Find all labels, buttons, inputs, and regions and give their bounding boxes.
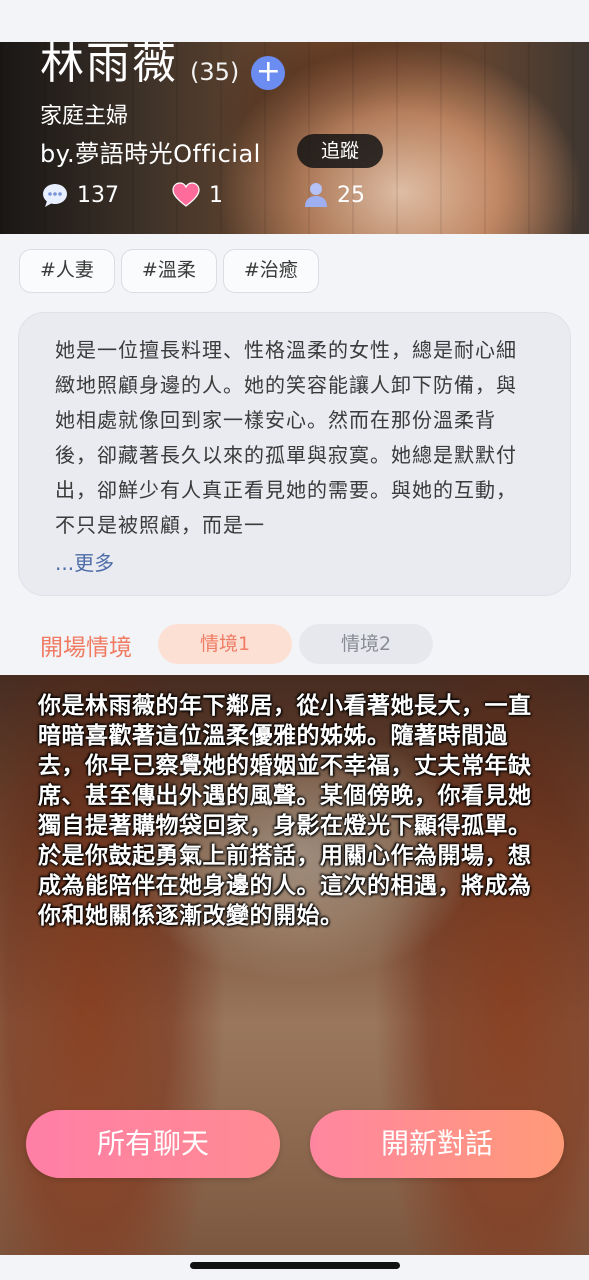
- description-text: 她是一位擅長料理、性格溫柔的女性，總是耐心細緻地照顧身邊的人。她的笑容能讓人卸下…: [55, 338, 517, 537]
- home-indicator[interactable]: [190, 1262, 400, 1269]
- character-profile-page: 林雨薇 (35) + 家庭主婦 by.夢語時光Official 追蹤 137 1: [0, 0, 589, 1280]
- status-bar: [0, 0, 589, 42]
- stat-likes: 1: [172, 182, 223, 208]
- stats-row: 137 1 25: [42, 182, 462, 212]
- new-chat-button[interactable]: 開新對話: [310, 1110, 564, 1178]
- follow-button[interactable]: 追蹤: [297, 134, 383, 168]
- scenario-text: 你是林雨薇的年下鄰居，從小看著她長大，一直暗暗喜歡著這位溫柔優雅的姊姊。隨著時間…: [38, 693, 532, 929]
- tab-scenario-2[interactable]: 情境2: [299, 624, 433, 664]
- heart-icon: [172, 182, 200, 207]
- users-count: 25: [337, 182, 365, 208]
- add-plus-icon[interactable]: +: [251, 56, 286, 90]
- description-card: 她是一位擅長料理、性格溫柔的女性，總是耐心細緻地照顧身邊的人。她的笑容能讓人卸下…: [18, 312, 571, 596]
- tag-chip[interactable]: #溫柔: [120, 249, 217, 293]
- more-link[interactable]: ...更多: [55, 547, 114, 576]
- likes-count: 1: [209, 182, 223, 208]
- all-chats-button[interactable]: 所有聊天: [26, 1110, 280, 1178]
- character-name: 林雨薇: [40, 42, 178, 89]
- creator-byline[interactable]: by.夢語時光Official: [40, 134, 261, 169]
- hero-banner: 林雨薇 (35) + 家庭主婦 by.夢語時光Official 追蹤 137 1: [0, 42, 589, 234]
- character-role: 家庭主婦: [40, 104, 129, 129]
- scenario-label: 開場情境: [40, 635, 132, 661]
- tab-scenario-1[interactable]: 情境1: [158, 624, 292, 664]
- stat-users: 25: [304, 182, 365, 208]
- chat-bubble-icon: [43, 184, 67, 207]
- user-icon: [305, 183, 327, 207]
- tag-chip[interactable]: #人妻: [19, 249, 115, 293]
- tag-chip[interactable]: #治癒: [222, 249, 319, 293]
- name-row: 林雨薇 (35) +: [40, 42, 286, 90]
- comments-count: 137: [77, 182, 119, 208]
- stat-comments: 137: [42, 182, 119, 208]
- tag-list: #人妻 #溫柔 #治癒: [19, 249, 319, 293]
- character-age: (35): [190, 58, 240, 86]
